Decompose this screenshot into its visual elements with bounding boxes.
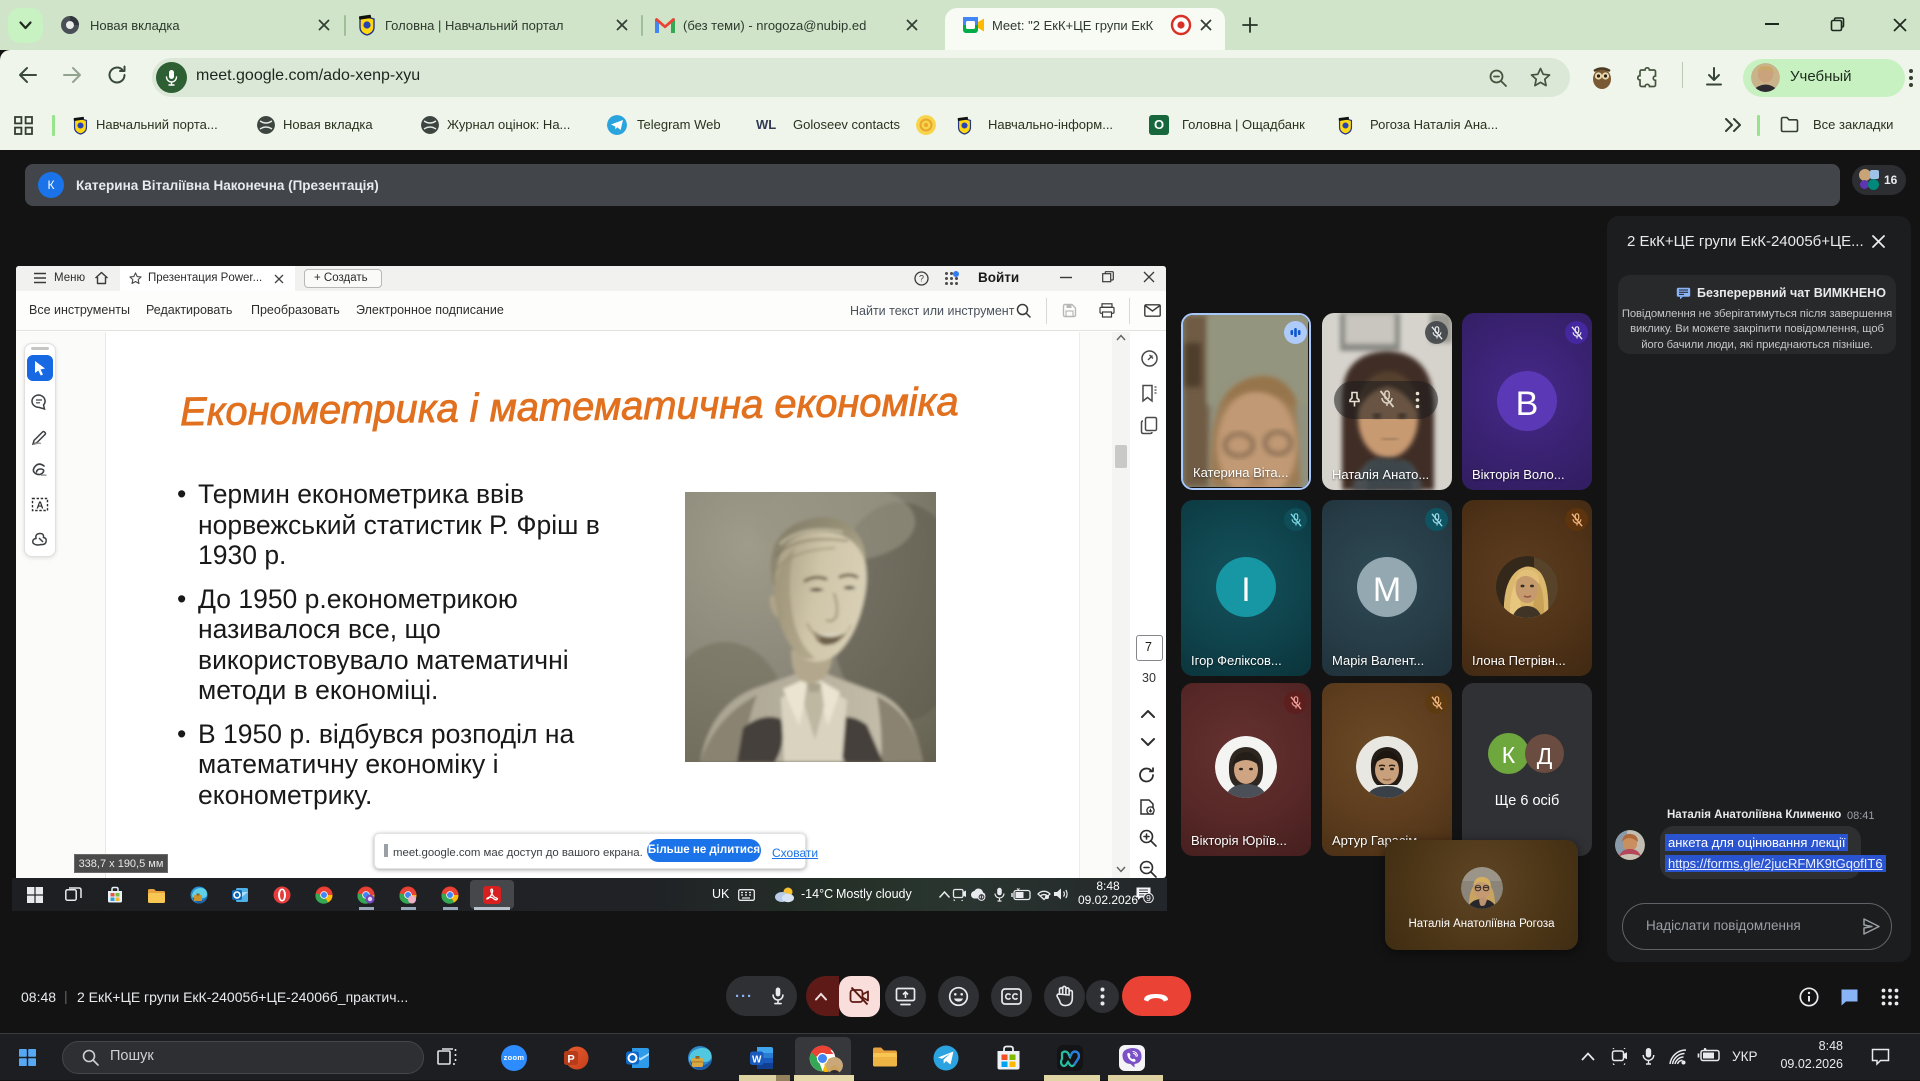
svg-text:A: A — [36, 501, 43, 512]
svg-text:?: ? — [919, 274, 924, 284]
svg-text:9: 9 — [1146, 893, 1151, 903]
svg-text:W: W — [752, 1054, 762, 1065]
svg-text:P: P — [567, 1054, 574, 1066]
